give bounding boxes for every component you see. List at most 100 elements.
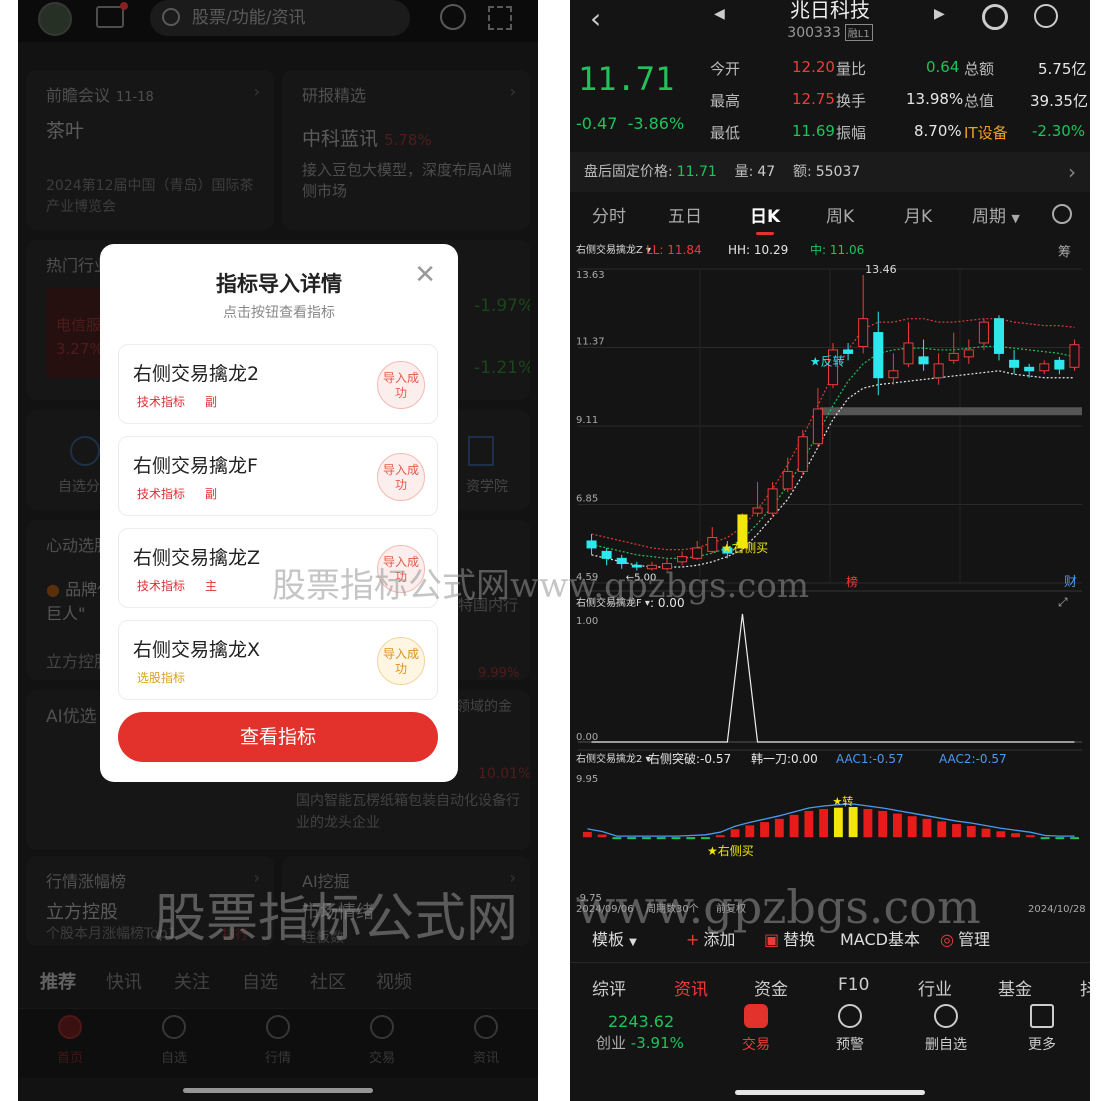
modal-subtitle: 点击按钮查看指标	[223, 305, 335, 321]
y-tick-label: 0.00	[576, 732, 598, 743]
stock-name: 兆日科技	[790, 0, 870, 22]
bell-icon	[838, 1004, 862, 1028]
stat-label: 振幅	[836, 124, 867, 142]
x-tick-label: 周期数30个	[646, 902, 699, 915]
macd-bar	[1070, 837, 1080, 840]
candle-body	[843, 349, 854, 354]
close-icon[interactable]: ✕	[414, 262, 436, 288]
tab-intraday[interactable]: 分时	[592, 202, 626, 227]
next-stock-icon[interactable]: ▶	[934, 6, 945, 22]
robot-icon[interactable]	[982, 4, 1008, 30]
tab-funds-flow[interactable]: 资金	[754, 975, 788, 1000]
search-icon[interactable]	[1034, 4, 1058, 28]
indicator-type: 选股指标	[137, 671, 186, 685]
indicator-item[interactable]: 右侧交易擒龙X 选股指标 导入成功	[118, 620, 438, 700]
tab-daily-k[interactable]: 日K	[750, 202, 780, 235]
y-tick-label: -9.75	[576, 893, 602, 904]
post-price: 11.71	[676, 164, 717, 180]
tab-news[interactable]: 资讯	[674, 975, 708, 1000]
macd-bar	[597, 834, 607, 838]
indicator-value: : 0.00	[650, 596, 685, 610]
tab-more[interactable]: 抖	[1080, 975, 1090, 1000]
kline-chart[interactable]: 右侧交易擒龙Z ▾LL: 11.84 HH: 10.29 中: 11.06 筹 13.6…	[570, 236, 1090, 916]
index-value[interactable]: 2243.62	[608, 1012, 674, 1031]
indicator-item[interactable]: 右侧交易擒龙2 技术指标 副 导入成功	[118, 344, 438, 424]
stock-header: ‹ ◀ 兆日科技 300333 融L1 ▶	[570, 0, 1090, 46]
candle-body	[993, 318, 1005, 354]
tab-5day[interactable]: 五日	[668, 202, 702, 227]
tab-f10[interactable]: F10	[838, 975, 869, 995]
candle-body	[1054, 359, 1065, 370]
chevron-right-icon: ›	[1068, 160, 1076, 184]
tab-weekly-k[interactable]: 周K	[826, 202, 854, 227]
indicator-name: 右侧交易擒龙F ▾	[576, 596, 650, 609]
trade-icon	[744, 1004, 768, 1028]
stat-value: 12.75	[792, 90, 835, 108]
candle-body	[661, 563, 673, 570]
y-tick-label: 1.00	[576, 616, 598, 627]
stat-value: -2.30%	[1032, 122, 1086, 140]
alert-button[interactable]: 预警	[820, 1004, 880, 1054]
tab-monthly-k[interactable]: 月K	[904, 202, 932, 227]
candle-body	[873, 332, 884, 379]
macd-bar	[701, 837, 710, 840]
trade-button[interactable]: 交易	[726, 1004, 786, 1054]
candle-body	[1039, 363, 1050, 372]
settings-icon[interactable]	[1052, 204, 1072, 224]
import-success-badge: 导入成功	[377, 361, 425, 409]
candle-body	[707, 536, 718, 552]
macd-bar	[833, 807, 843, 838]
more-button[interactable]: 更多	[1012, 1004, 1072, 1054]
indicator-item[interactable]: 右侧交易擒龙Z 技术指标 主 导入成功	[118, 528, 438, 608]
tab-overview[interactable]: 综评	[592, 975, 626, 1000]
macd-bar	[952, 824, 961, 838]
import-success-badge: 导入成功	[377, 637, 425, 685]
macd-bar	[745, 825, 755, 838]
stat-value: 11.69	[792, 122, 835, 140]
y-tick-label: 4.59	[576, 572, 598, 583]
candle-body	[601, 550, 612, 559]
macd-bar	[1055, 837, 1065, 840]
candle-body	[918, 356, 929, 365]
action-label: 更多	[1028, 1037, 1056, 1053]
macd-bar	[878, 810, 888, 838]
macd-bar	[893, 813, 902, 838]
candle-body	[978, 321, 989, 344]
action-label: 预警	[836, 1037, 864, 1053]
tab-industry[interactable]: 行业	[918, 975, 952, 1000]
candle-body	[1069, 344, 1080, 368]
right-phone-screen: ‹ ◀ 兆日科技 300333 融L1 ▶ 11.71 -0.47 -3.86% …	[570, 0, 1090, 1101]
candle-body	[933, 363, 944, 379]
indicator-name: 右侧交易擒龙Z	[133, 547, 261, 569]
remove-watchlist-button[interactable]: 删自选	[916, 1004, 976, 1054]
post-vol: 47	[757, 164, 776, 180]
candle-body	[1009, 359, 1020, 368]
stat-label: 换手	[836, 92, 867, 110]
macd-bar	[996, 831, 1006, 838]
modal-title: 指标导入详情	[216, 272, 342, 296]
macd-bar	[789, 814, 799, 838]
support-band	[820, 407, 1082, 416]
indicator-type: 技术指标	[137, 579, 186, 593]
macd-bar	[804, 810, 814, 838]
after-hours-bar[interactable]: 盘后固定价格: 11.71 量: 47 额: 55037 ›	[570, 152, 1090, 192]
y-tick-label: 13.63	[576, 270, 605, 281]
view-indicator-button[interactable]: 查看指标	[118, 712, 438, 762]
y-tick-label: 6.85	[576, 494, 598, 505]
sector-link[interactable]: IT设备	[964, 122, 1008, 143]
indicator-item[interactable]: 右侧交易擒龙F 技术指标 副 导入成功	[118, 436, 438, 516]
candle-body	[1024, 366, 1035, 372]
indicator-name: 右侧交易擒龙2 ▾	[576, 752, 651, 765]
macd-button[interactable]: MACD基本	[840, 926, 920, 950]
post-amt-label: 额:	[792, 164, 812, 180]
import-success-badge: 导入成功	[377, 453, 425, 501]
macd-bar	[686, 837, 696, 840]
candle-body	[692, 547, 703, 559]
indicator-name: 右侧交易擒龙F	[133, 455, 258, 477]
manage-button: 管理	[957, 930, 990, 949]
info-tabs: 综评 资讯 资金 F10 行业 基金 抖	[570, 962, 1090, 1000]
minus-circle-icon	[934, 1004, 958, 1028]
stat-value: 12.20	[792, 58, 835, 76]
macd-bar	[656, 837, 666, 840]
tab-fund[interactable]: 基金	[998, 975, 1032, 1000]
